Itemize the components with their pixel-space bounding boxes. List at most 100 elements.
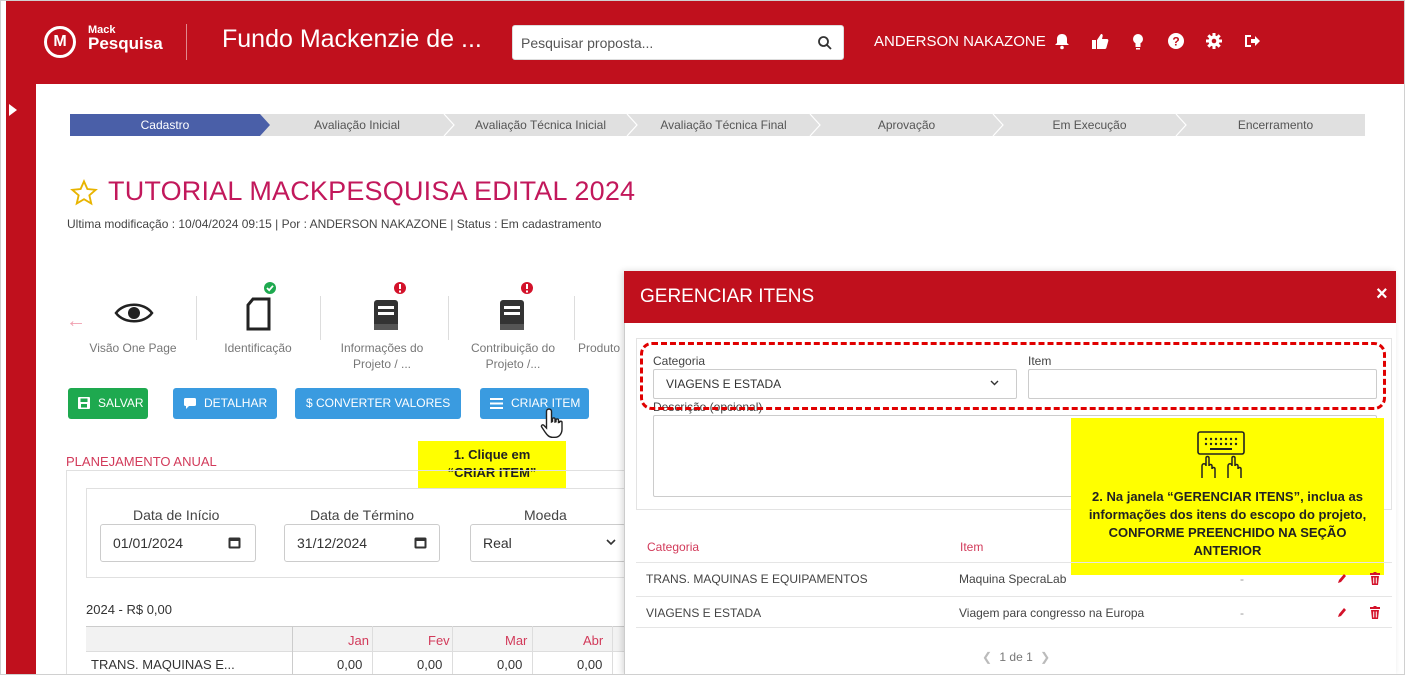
keyboard-hands-icon	[1197, 431, 1245, 478]
section-divider	[196, 296, 197, 340]
back-arrow-icon[interactable]: ←	[66, 310, 86, 333]
edit-pencil-icon[interactable]	[1337, 607, 1347, 619]
logo-pesquisa-text: Pesquisa	[88, 34, 163, 53]
currency-select[interactable]: Real	[470, 524, 626, 562]
project-meta: Ultima modificação : 10/04/2024 09:15 | …	[67, 217, 602, 231]
tutorial-tip-2-text: 2. Na janela “GERENCIAR ITENS”, inclua a…	[1088, 489, 1367, 558]
page-indicator: 1 de 1	[999, 650, 1033, 664]
start-date-label: Data de Início	[133, 507, 220, 523]
close-icon[interactable]: ×	[1376, 283, 1388, 306]
table-header-category: Categoria	[647, 540, 700, 554]
step-avaliacao-inicial[interactable]: Avaliação Inicial	[270, 114, 444, 136]
convert-values-button[interactable]: $ CONVERTER VALORES	[295, 388, 461, 419]
workflow-stepper: Cadastro Avaliação Inicial Avaliação Téc…	[70, 114, 1365, 136]
month-header: Jan	[348, 633, 369, 648]
search-icon[interactable]	[817, 35, 833, 51]
step-aprovacao[interactable]: Aprovação	[820, 114, 993, 136]
month-header: Mar	[505, 633, 528, 648]
step-avaliacao-tecnica-final[interactable]: Avaliação Técnica Final	[637, 114, 810, 136]
section-label-contribuicao[interactable]: Contribuição do Projeto /...	[458, 340, 568, 372]
end-date-label: Data de Término	[310, 507, 415, 523]
tutorial-tip-2: 2. Na janela “GERENCIAR ITENS”, inclua a…	[1071, 418, 1384, 575]
year-total-label: 2024 - R$ 0,00	[86, 602, 173, 617]
table-divider	[532, 626, 533, 675]
tutorial-tip-1-line1: 1. Clique em	[453, 447, 531, 462]
expand-sidebar-icon[interactable]	[9, 104, 17, 116]
trash-icon[interactable]	[1370, 606, 1380, 619]
edit-pencil-icon[interactable]	[1337, 573, 1347, 585]
month-header: Fev	[428, 633, 450, 648]
hand-pointer-icon	[540, 408, 563, 438]
month-value[interactable]: 0,00	[417, 657, 442, 672]
next-page-icon[interactable]: ❯	[1040, 650, 1050, 664]
save-disk-icon	[78, 397, 90, 409]
top-header: M Mack Pesquisa Fundo Mackenzie de ... A…	[36, 0, 1405, 84]
table-divider	[292, 626, 293, 675]
save-button-label: SALVAR	[98, 396, 144, 410]
table-header-item: Item	[960, 540, 984, 554]
detail-button-label: DETALHAR	[204, 396, 268, 410]
calendar-icon[interactable]	[228, 536, 241, 549]
save-button[interactable]: SALVAR	[68, 388, 148, 419]
bell-icon[interactable]	[1052, 31, 1072, 51]
month-value[interactable]: 0,00	[577, 657, 602, 672]
logo-icon[interactable]: M	[44, 26, 76, 58]
chevron-down-icon	[606, 539, 616, 546]
highlight-dashed-box	[640, 342, 1386, 410]
month-value[interactable]: 0,00	[497, 657, 522, 672]
section-divider	[320, 296, 321, 340]
lightbulb-icon[interactable]	[1128, 31, 1148, 51]
help-icon[interactable]: ?	[1166, 31, 1186, 51]
step-em-execucao[interactable]: Em Execução	[1003, 114, 1176, 136]
app-title: Fundo Mackenzie de ...	[222, 25, 482, 53]
error-alert-icon	[521, 282, 533, 294]
detail-button[interactable]: DETALHAR	[173, 388, 277, 419]
gear-icon[interactable]	[1204, 31, 1224, 51]
table-row: VIAGENS E ESTADA Viagem para congresso n…	[636, 596, 1392, 628]
left-rail	[6, 0, 36, 675]
comment-icon	[184, 398, 196, 409]
eye-icon[interactable]	[114, 300, 154, 326]
row-category: VIAGENS E ESTADA	[646, 606, 762, 620]
section-divider	[574, 296, 575, 340]
row-item: Maquina SpecraLab	[959, 572, 1067, 586]
trash-icon[interactable]	[1370, 572, 1380, 585]
convert-values-label: $ CONVERTER VALORES	[306, 396, 451, 410]
modal-title: GERENCIAR ITENS	[640, 286, 815, 307]
table-divider	[372, 626, 373, 675]
step-encerramento[interactable]: Encerramento	[1186, 114, 1365, 136]
complete-check-icon	[264, 282, 276, 294]
annual-planning-title: PLANEJAMENTO ANUAL	[66, 454, 217, 469]
table-row: TRANS. MAQUINAS E EQUIPAMENTOS Maquina S…	[636, 562, 1392, 594]
document-icon[interactable]	[244, 296, 274, 332]
svg-text:?: ?	[1172, 35, 1179, 49]
book-icon[interactable]	[498, 298, 526, 332]
book-icon[interactable]	[372, 298, 400, 332]
step-avaliacao-tecnica-inicial[interactable]: Avaliação Técnica Inicial	[454, 114, 627, 136]
row-value: -	[1240, 606, 1244, 620]
month-value[interactable]: 0,00	[337, 657, 362, 672]
logout-icon[interactable]	[1242, 31, 1262, 51]
section-label-identificacao[interactable]: Identificação	[206, 340, 310, 356]
section-label-one-page[interactable]: Visão One Page	[78, 340, 188, 356]
step-cadastro[interactable]: Cadastro	[70, 114, 260, 136]
currency-label: Moeda	[524, 507, 567, 523]
thumbs-up-icon[interactable]	[1090, 31, 1110, 51]
favorite-star-icon[interactable]	[70, 179, 98, 207]
row-category: TRANS. MAQUINAS E EQUIPAMENTOS	[646, 572, 868, 586]
table-divider	[612, 626, 613, 675]
search-input[interactable]	[521, 33, 801, 53]
section-divider	[448, 296, 449, 340]
section-label-informacoes[interactable]: Informações do Projeto / ...	[327, 340, 437, 372]
row-label: TRANS. MAQUINAS E...	[91, 657, 235, 672]
list-icon	[490, 398, 503, 409]
section-label-produto[interactable]: Produto	[578, 340, 624, 356]
project-title: TUTORIAL MACKPESQUISA EDITAL 2024	[108, 176, 636, 206]
prev-page-icon[interactable]: ❮	[982, 650, 992, 664]
user-name[interactable]: ANDERSON NAKAZONE	[874, 33, 1046, 50]
calendar-icon[interactable]	[414, 536, 427, 549]
header-divider	[186, 24, 187, 60]
search-box[interactable]	[512, 25, 844, 60]
create-item-button[interactable]: CRIAR ITEM	[480, 388, 589, 419]
month-header: Abr	[583, 633, 604, 648]
